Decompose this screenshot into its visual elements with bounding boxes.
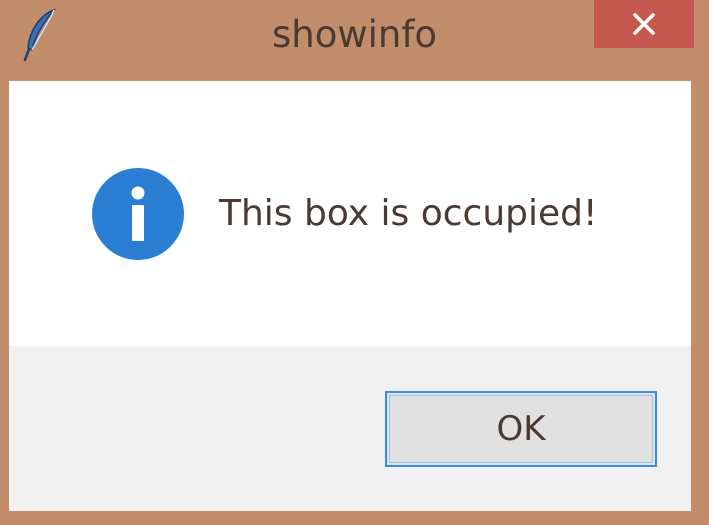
title-bar[interactable]: showinfo — [0, 0, 709, 80]
message-text: This box is occupied! — [219, 193, 598, 234]
message-area: This box is occupied! — [9, 81, 691, 346]
dialog-window: showinfo This box is occupied! OK — [0, 0, 709, 525]
info-icon — [91, 167, 185, 261]
close-button[interactable] — [594, 0, 694, 48]
dialog-client-area: This box is occupied! OK — [9, 81, 691, 511]
close-icon — [633, 13, 655, 35]
ok-button[interactable]: OK — [385, 391, 657, 467]
